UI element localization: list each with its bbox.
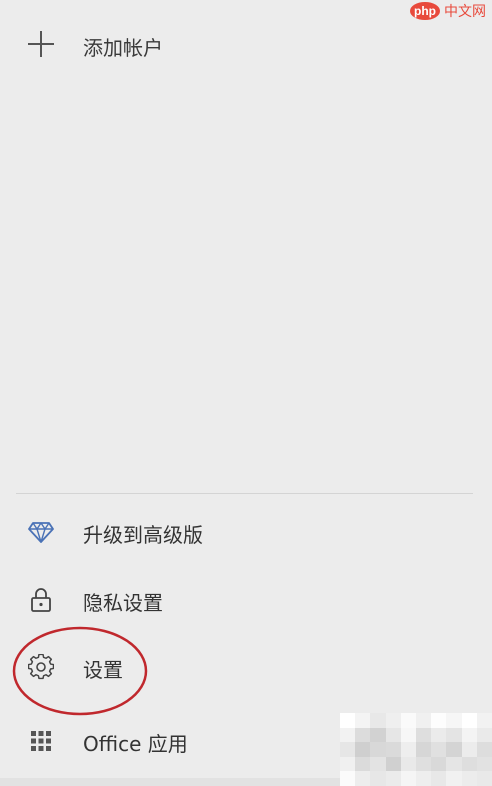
site-watermark: php 中文网	[410, 0, 486, 22]
plus-icon	[26, 29, 56, 59]
pixelated-overlay	[340, 713, 492, 786]
upgrade-premium-label: 升级到高级版	[83, 523, 203, 547]
add-account-label: 添加帐户	[83, 36, 163, 60]
add-account-button[interactable]: 添加帐户	[0, 22, 492, 66]
settings-label: 设置	[83, 658, 123, 682]
watermark-text: 中文网	[444, 4, 486, 20]
privacy-settings-label: 隐私设置	[83, 591, 163, 615]
gear-icon	[28, 654, 54, 680]
app-grid-icon	[28, 728, 54, 754]
privacy-settings-item[interactable]: 隐私设置	[0, 575, 492, 625]
diamond-icon	[28, 519, 54, 545]
settings-item[interactable]: 设置	[0, 642, 492, 692]
watermark-badge: php	[410, 2, 440, 20]
menu-divider	[16, 493, 473, 494]
navigation-panel: php 中文网 添加帐户 升级到高级版 隐私设置 设置 Office 应用	[0, 0, 492, 786]
lock-icon	[28, 587, 54, 613]
upgrade-premium-item[interactable]: 升级到高级版	[0, 507, 492, 557]
office-apps-label: Office 应用	[83, 732, 188, 756]
